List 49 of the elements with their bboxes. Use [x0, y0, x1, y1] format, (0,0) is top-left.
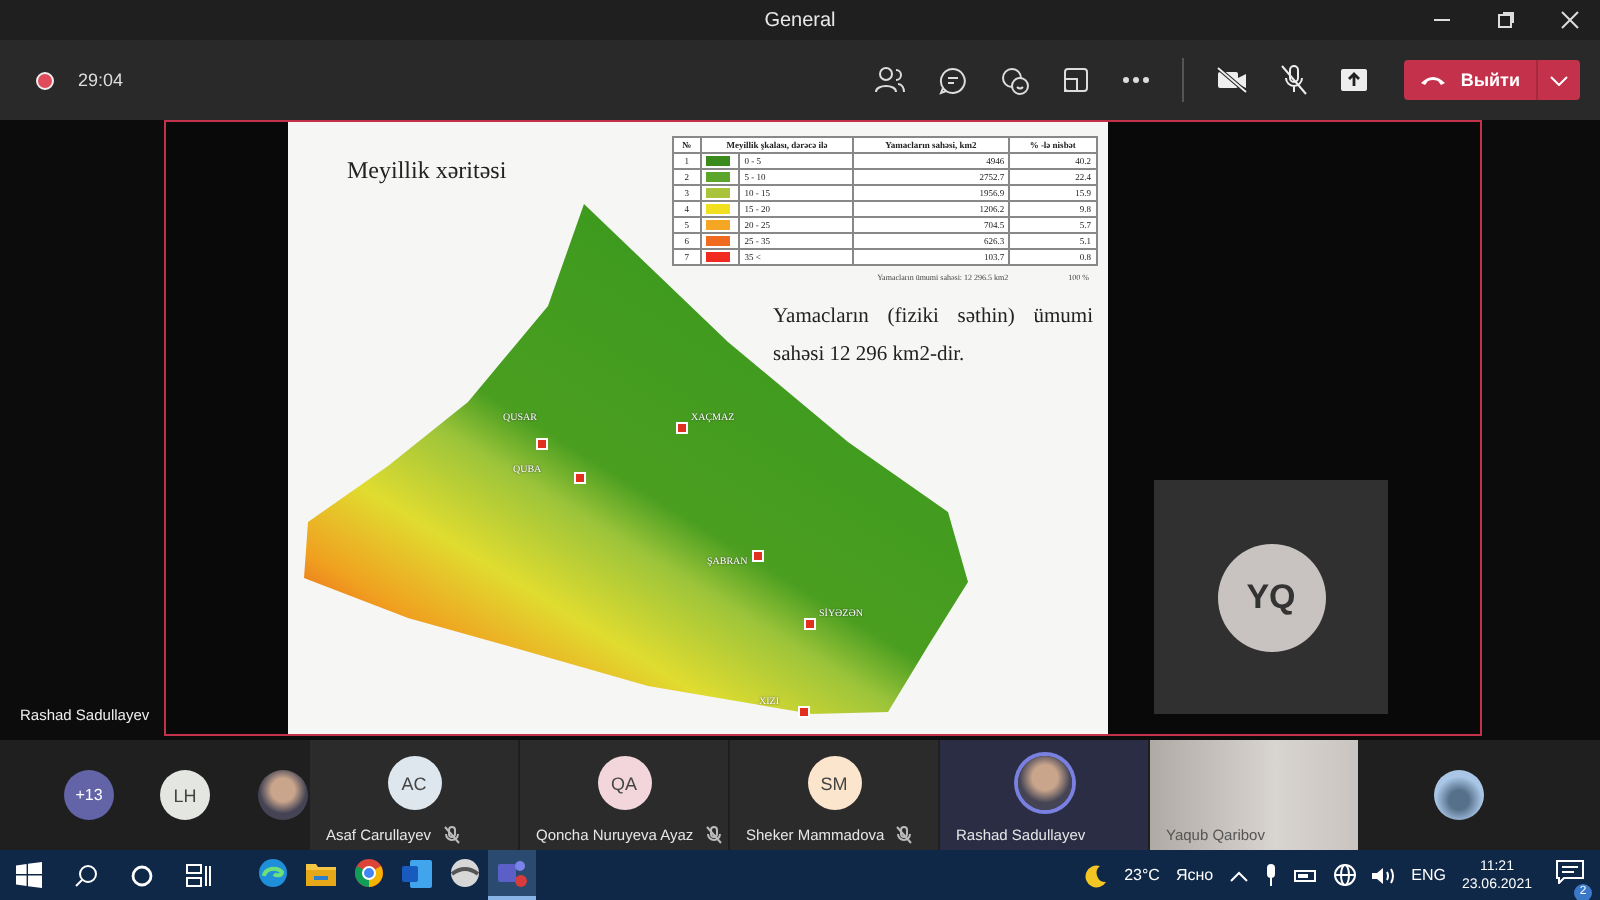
- participant-avatar[interactable]: LH: [160, 770, 210, 820]
- photo-placeholder[interactable]: [258, 770, 308, 820]
- task-view-icon[interactable]: [186, 863, 212, 887]
- globe-icon[interactable]: [1333, 864, 1356, 886]
- mic-off-icon[interactable]: [1280, 64, 1309, 96]
- rooms-icon[interactable]: [1062, 66, 1091, 94]
- chevron-up-icon[interactable]: [1229, 869, 1248, 881]
- round-logo-icon: [353, 858, 383, 888]
- moon-icon: [1084, 863, 1109, 887]
- phone-icon: [1420, 74, 1447, 86]
- call-timer: 29:04: [78, 70, 124, 90]
- weather-text: Ясно: [1175, 866, 1214, 884]
- reactions-icon[interactable]: [1000, 65, 1031, 95]
- chat-icon[interactable]: [938, 65, 969, 95]
- wave-icon: [257, 858, 287, 888]
- windows-start-icon[interactable]: [16, 862, 42, 888]
- circle-icon[interactable]: [130, 863, 154, 887]
- microphone-icon[interactable]: [1263, 864, 1278, 886]
- recording-dot-icon: [36, 71, 54, 89]
- participant-avatar: AC: [387, 756, 441, 810]
- slide-title: Meyillik xəritəsi: [347, 156, 507, 186]
- slide-description: Yamacların (fiziki səthin) ümumi sahəsi 12 296 km2-dir.: [773, 304, 1093, 370]
- speaker-icon[interactable]: [1371, 865, 1396, 885]
- temperature: 23°C: [1124, 866, 1160, 884]
- input-language[interactable]: ENG: [1411, 866, 1446, 884]
- caret-icon: [1550, 75, 1568, 85]
- notifications-icon[interactable]: [1556, 859, 1584, 883]
- photo-placeholder[interactable]: [1434, 770, 1484, 820]
- more-icon[interactable]: [1122, 76, 1151, 84]
- camera-off-icon[interactable]: [1216, 66, 1249, 94]
- participant-avatar: QA: [597, 756, 651, 810]
- people-icon[interactable]: [874, 66, 907, 94]
- people-logo-icon: [497, 858, 527, 888]
- close-icon[interactable]: [1560, 10, 1580, 30]
- disc-icon: [449, 858, 479, 888]
- search-icon[interactable]: [74, 863, 98, 887]
- folder-icon: [305, 860, 335, 886]
- leave-options-button[interactable]: [1536, 60, 1580, 100]
- document-icon: [401, 859, 431, 887]
- share-screen-icon[interactable]: [1340, 68, 1369, 92]
- town-marker-icon: [797, 706, 809, 718]
- battery-icon[interactable]: [1293, 867, 1318, 883]
- avatar-initials: YQ: [1217, 543, 1325, 651]
- participant-avatar: SM: [807, 756, 861, 810]
- more-participants-badge[interactable]: +13: [64, 770, 114, 820]
- window-title: General: [764, 9, 836, 31]
- leave-button[interactable]: Выйти: [1404, 60, 1536, 100]
- restore-icon[interactable]: [1496, 10, 1516, 30]
- photo-placeholder: [1017, 756, 1071, 810]
